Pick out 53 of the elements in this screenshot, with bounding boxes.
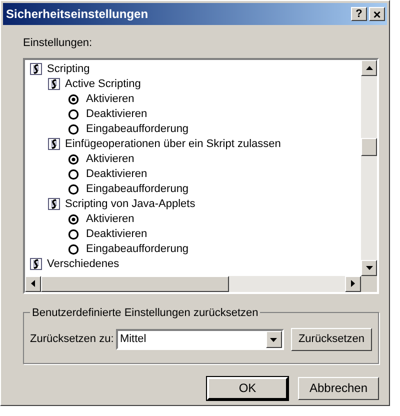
radio-button[interactable] <box>68 214 79 224</box>
option-label: Aktivieren <box>86 212 134 227</box>
script-document-icon <box>47 137 61 151</box>
tree-item-label: Einfügeoperationen über ein Skript zulassen <box>65 136 281 152</box>
option-label: Deaktivieren <box>86 226 148 242</box>
right-arrow-icon <box>351 280 355 287</box>
radio-button[interactable] <box>68 108 79 120</box>
radio-button[interactable] <box>68 228 79 240</box>
tree-item-label: Verschiedenes <box>47 256 120 272</box>
scroll-thumb[interactable] <box>361 138 377 156</box>
window-title: Sicherheitseinstellungen <box>6 6 150 23</box>
level-dropdown[interactable]: Mittel <box>116 329 284 350</box>
settings-label: Einstellungen: <box>23 36 94 51</box>
up-arrow-icon <box>366 66 372 70</box>
dropdown-button[interactable] <box>266 331 282 348</box>
option-label: Deaktivieren <box>86 166 148 182</box>
radio-button[interactable] <box>68 244 79 254</box>
scroll-left-button[interactable] <box>25 276 41 292</box>
radio-button[interactable] <box>68 184 79 194</box>
horizontal-scroll-thumb[interactable] <box>41 276 229 292</box>
option-label: Aktivieren <box>86 92 134 107</box>
tree-item-label: Scripting von Java-Applets <box>65 196 196 212</box>
radio-button[interactable] <box>68 154 79 164</box>
reset-to-label: Zurücksetzen zu: <box>30 332 115 348</box>
script-document-icon <box>47 197 61 211</box>
tree-item-label: Active Scripting <box>65 76 141 92</box>
reset-button[interactable]: Zurücksetzen <box>290 328 372 351</box>
script-document-icon <box>29 62 43 76</box>
radio-button[interactable] <box>68 94 79 104</box>
radio-button[interactable] <box>68 124 79 134</box>
dialog-button[interactable]: OK <box>207 376 288 400</box>
left-arrow-icon <box>31 280 35 287</box>
option-label: Eingabeaufforderung <box>86 122 189 137</box>
down-arrow-icon <box>270 338 278 342</box>
option-label: Aktivieren <box>86 152 134 167</box>
script-document-icon <box>47 77 61 91</box>
tree-item-label: Scripting <box>47 62 90 77</box>
radio-button[interactable] <box>68 168 79 180</box>
down-arrow-icon <box>366 266 372 270</box>
option-label: Eingabeaufforderung <box>86 242 189 257</box>
dropdown-value: Mittel <box>118 332 148 348</box>
scroll-up-button[interactable] <box>361 60 377 76</box>
scrollbar-corner <box>361 276 377 292</box>
dialog-button[interactable]: Abbrechen <box>298 376 379 400</box>
vertical-scrollbar[interactable] <box>361 60 377 276</box>
help-button[interactable]: ? <box>351 7 367 21</box>
option-label: Deaktivieren <box>86 106 148 122</box>
horizontal-scrollbar[interactable] <box>25 276 361 292</box>
option-label: Eingabeaufforderung <box>86 182 189 197</box>
scroll-right-button[interactable] <box>345 276 361 292</box>
script-document-icon <box>29 257 43 271</box>
close-button[interactable]: × <box>369 7 385 21</box>
scroll-down-button[interactable] <box>361 260 377 276</box>
